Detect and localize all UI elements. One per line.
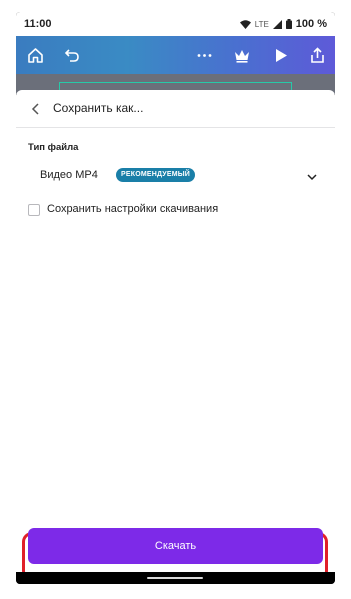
sheet-title: Сохранить как... — [53, 101, 144, 115]
home-icon[interactable] — [25, 45, 45, 65]
status-icons: LTE 100 % — [239, 18, 327, 30]
more-icon[interactable] — [194, 45, 214, 65]
save-as-sheet: Сохранить как... Тип файла Видео MP4 РЕК… — [16, 90, 335, 572]
status-time: 11:00 — [24, 18, 52, 30]
wifi-icon — [239, 19, 251, 29]
system-nav-bar — [16, 572, 335, 584]
back-chevron-icon[interactable] — [28, 100, 44, 118]
editor-toolbar — [16, 36, 335, 74]
file-type-label: Тип файла — [28, 142, 79, 153]
phone-screen: 11:00 LTE 100 % Сохранить как... Тип фай… — [16, 12, 335, 584]
file-type-value: Видео MP4 — [40, 169, 98, 181]
share-icon[interactable] — [307, 45, 327, 65]
file-type-select[interactable]: Видео MP4 РЕКОМЕНДУЕМЫЙ — [28, 164, 324, 188]
save-settings-checkbox[interactable] — [28, 204, 40, 216]
chevron-down-icon — [306, 170, 318, 182]
signal-icon — [272, 19, 282, 29]
battery-icon — [285, 19, 292, 29]
home-gesture-handle[interactable] — [147, 577, 203, 579]
play-icon[interactable] — [270, 45, 290, 65]
crown-icon[interactable] — [232, 45, 252, 65]
sheet-header: Сохранить как... — [16, 90, 335, 128]
battery-level: 100 % — [295, 18, 327, 30]
network-type: LTE — [254, 19, 269, 29]
download-button[interactable]: Скачать — [28, 528, 323, 564]
undo-icon[interactable] — [62, 45, 82, 65]
status-bar: 11:00 LTE 100 % — [16, 12, 335, 36]
save-settings-label: Сохранить настройки скачивания — [47, 203, 219, 215]
recommended-badge: РЕКОМЕНДУЕМЫЙ — [116, 168, 196, 182]
